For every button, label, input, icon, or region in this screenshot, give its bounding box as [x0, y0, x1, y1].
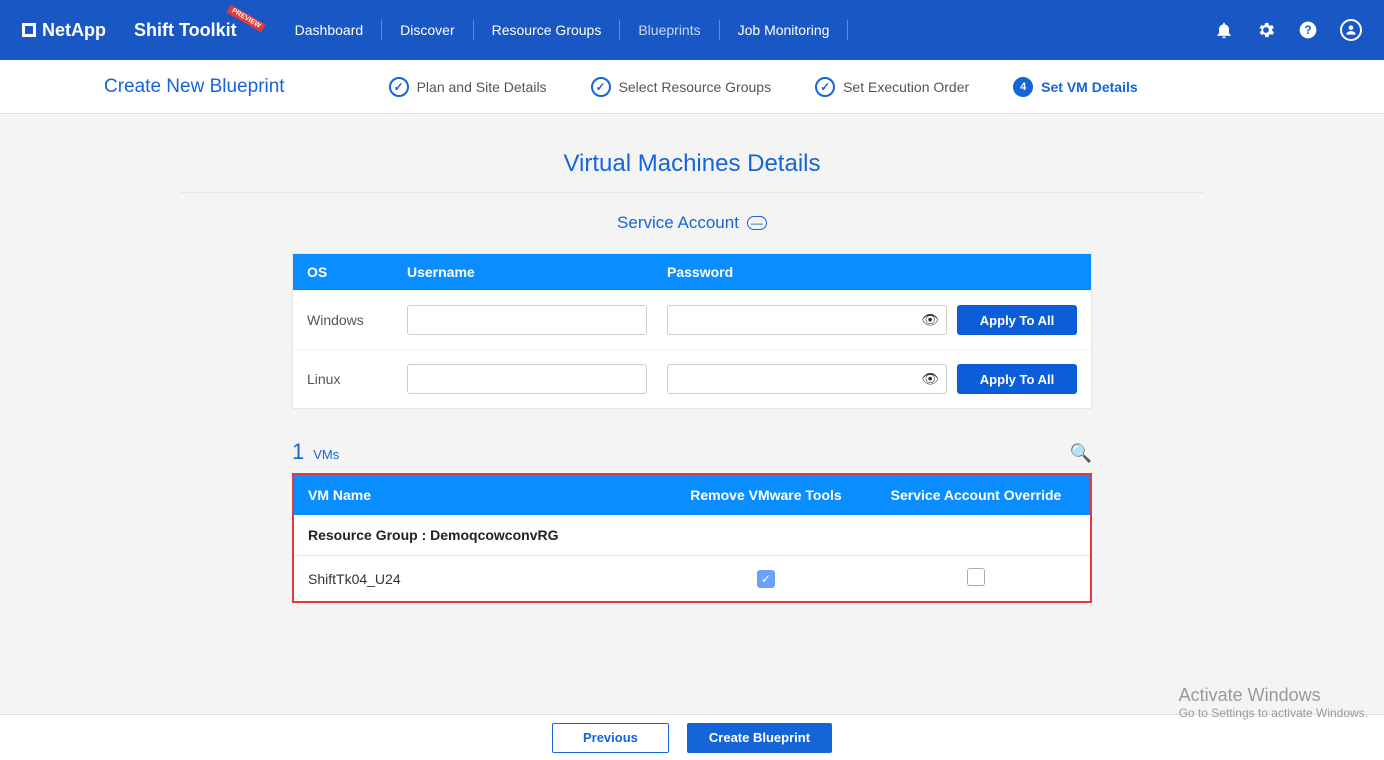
app-name-text: Shift Toolkit	[134, 20, 237, 40]
step-resource-groups[interactable]: Select Resource Groups	[591, 77, 772, 97]
collapse-icon[interactable]: —	[747, 216, 767, 230]
os-label: Windows	[307, 312, 407, 328]
service-override-checkbox[interactable]	[967, 568, 985, 586]
top-nav: NetApp Shift Toolkit PREVIEW Dashboard D…	[0, 0, 1384, 60]
main-content: Virtual Machines Details Service Account…	[0, 114, 1384, 683]
eye-icon[interactable]: 👁	[921, 371, 939, 388]
gear-icon[interactable]	[1256, 20, 1276, 40]
watermark-sub: Go to Settings to activate Windows.	[1179, 706, 1368, 720]
col-remove-tools: Remove VMware Tools	[656, 487, 876, 503]
service-account-row-linux: Linux 👁 Apply To All	[293, 349, 1091, 408]
step-number-icon: 4	[1013, 77, 1033, 97]
vm-table: VM Name Remove VMware Tools Service Acco…	[292, 473, 1092, 603]
footer-bar: Previous Create Blueprint	[0, 714, 1384, 760]
brand-logo: NetApp	[22, 20, 106, 41]
step-label: Set VM Details	[1041, 79, 1137, 95]
apply-all-windows-button[interactable]: Apply To All	[957, 305, 1077, 335]
brand-text: NetApp	[42, 20, 106, 41]
app-name: Shift Toolkit PREVIEW	[134, 20, 237, 41]
windows-username-input[interactable]	[407, 305, 647, 335]
windows-password-input[interactable]	[667, 305, 947, 335]
nav-resource-groups[interactable]: Resource Groups	[474, 20, 621, 40]
col-service-override: Service Account Override	[876, 487, 1076, 503]
vm-table-header: VM Name Remove VMware Tools Service Acco…	[294, 475, 1090, 515]
wizard-title: Create New Blueprint	[104, 76, 285, 98]
col-password: Password	[667, 264, 1077, 280]
step-vm-details[interactable]: 4 Set VM Details	[1013, 77, 1137, 97]
nav-discover[interactable]: Discover	[382, 20, 473, 40]
section-title-text: Service Account	[617, 213, 739, 233]
step-plan-site[interactable]: Plan and Site Details	[389, 77, 547, 97]
linux-username-input[interactable]	[407, 364, 647, 394]
remove-tools-checkbox[interactable]: ✓	[757, 570, 775, 588]
nav-dashboard[interactable]: Dashboard	[277, 20, 383, 40]
resource-group-row: Resource Group : DemoqcowconvRG	[294, 515, 1090, 556]
step-label: Set Execution Order	[843, 79, 969, 95]
linux-password-input[interactable]	[667, 364, 947, 394]
apply-all-linux-button[interactable]: Apply To All	[957, 364, 1077, 394]
nav-blueprints[interactable]: Blueprints	[620, 20, 719, 40]
windows-watermark: Activate Windows Go to Settings to activ…	[1179, 685, 1368, 720]
check-icon	[591, 77, 611, 97]
help-icon[interactable]: ?	[1298, 20, 1318, 40]
svg-text:?: ?	[1304, 24, 1311, 37]
vm-count: 1 VMs	[292, 439, 339, 465]
service-account-row-windows: Windows 👁 Apply To All	[293, 290, 1091, 349]
col-vm-name: VM Name	[308, 487, 656, 503]
header-right-icons: ?	[1214, 19, 1362, 41]
bell-icon[interactable]	[1214, 20, 1234, 40]
nav-job-monitoring[interactable]: Job Monitoring	[720, 20, 849, 40]
service-account-header: OS Username Password	[293, 254, 1091, 290]
vm-count-label: VMs	[313, 447, 339, 462]
vm-count-number: 1	[292, 439, 304, 464]
service-account-panel: OS Username Password Windows 👁 Apply To …	[292, 253, 1092, 409]
step-execution-order[interactable]: Set Execution Order	[815, 77, 969, 97]
eye-icon[interactable]: 👁	[921, 312, 939, 329]
previous-button[interactable]: Previous	[552, 723, 669, 753]
nav-links: Dashboard Discover Resource Groups Bluep…	[277, 20, 849, 40]
step-label: Select Resource Groups	[619, 79, 772, 95]
col-username: Username	[407, 264, 667, 280]
logo-icon	[22, 23, 36, 37]
os-label: Linux	[307, 371, 407, 387]
vm-row: ShiftTk04_U24 ✓	[294, 556, 1090, 601]
step-label: Plan and Site Details	[417, 79, 547, 95]
page-title: Virtual Machines Details	[0, 150, 1384, 178]
vm-name-cell: ShiftTk04_U24	[308, 571, 656, 587]
wizard-step-bar: Create New Blueprint Plan and Site Detai…	[0, 60, 1384, 114]
create-blueprint-button[interactable]: Create Blueprint	[687, 723, 832, 753]
divider	[180, 192, 1204, 193]
section-title: Service Account —	[0, 213, 1384, 233]
watermark-title: Activate Windows	[1179, 685, 1368, 706]
user-icon[interactable]	[1340, 19, 1362, 41]
col-os: OS	[307, 264, 407, 280]
check-icon	[815, 77, 835, 97]
search-icon[interactable]: 🔍	[1070, 443, 1092, 464]
vm-list-header: 1 VMs 🔍	[292, 439, 1092, 465]
check-icon	[389, 77, 409, 97]
